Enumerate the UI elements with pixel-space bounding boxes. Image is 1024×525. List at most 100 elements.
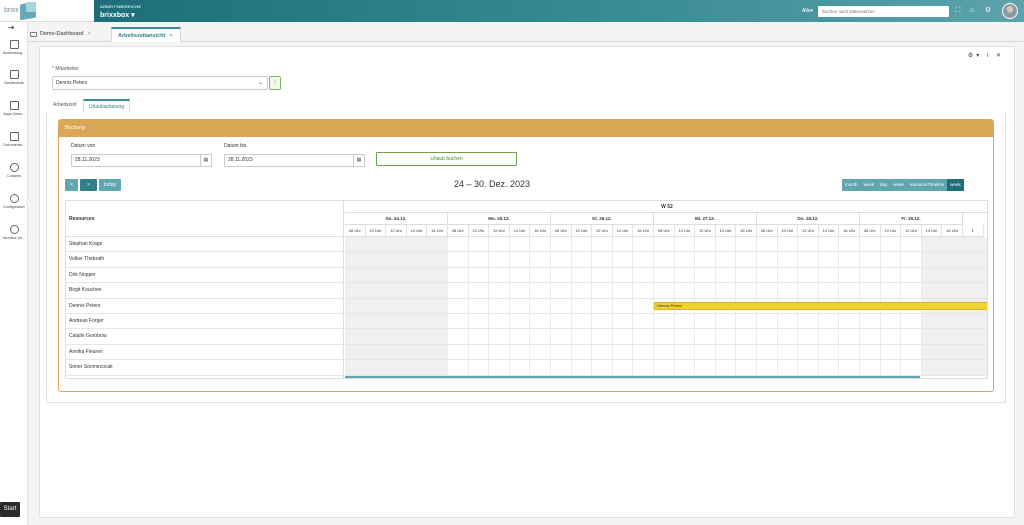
logo[interactable]: brixx	[0, 0, 94, 22]
search-scope-label: Alle	[802, 8, 811, 14]
datum-von-value: 28.11.2023	[75, 157, 100, 163]
time-slot-column[interactable]	[345, 237, 366, 376]
sidebar-item-label: brixxbox (Id...	[3, 236, 25, 240]
view-button-2[interactable]: day	[877, 179, 890, 191]
horizontal-scrollbar[interactable]	[345, 376, 920, 378]
logo-text: brixx	[4, 7, 19, 14]
time-slot-column[interactable]	[406, 237, 428, 376]
avatar[interactable]	[1002, 3, 1018, 19]
hour-header: 16 Uhr	[736, 225, 757, 237]
sidebar-item-dashboards[interactable]: Dashboards	[0, 68, 28, 96]
close-icon[interactable]: ×	[169, 33, 172, 39]
search-input[interactable]	[818, 6, 949, 17]
resource-row: Soner Sönmezocak	[66, 360, 344, 376]
sidebar-item-label: Dokumenta...	[3, 143, 25, 147]
view-button-1[interactable]: week	[861, 179, 878, 191]
time-slot-column[interactable]	[469, 237, 490, 376]
time-slot-column[interactable]	[427, 237, 448, 376]
hour-header: 16 Uhr	[839, 225, 860, 237]
hour-header: 12 Uhr	[489, 225, 510, 237]
tab-strip: Demo-Dashboard × Arbeitszeitansicht ×	[28, 22, 1024, 42]
time-slot-column[interactable]	[365, 237, 387, 376]
sidebar-item-brixxbox[interactable]: brixxbox (Id...	[0, 223, 28, 251]
area-label: ARBEITSBEREICHE	[100, 4, 142, 9]
hour-header: 10 Uhr	[880, 225, 902, 237]
tab-demo-dashboard[interactable]: Demo-Dashboard ×	[28, 27, 108, 42]
start-button[interactable]: Start	[0, 502, 20, 517]
brixxbox-icon	[9, 225, 19, 234]
prev-button[interactable]: <	[65, 179, 78, 191]
next-button[interactable]: >	[80, 179, 97, 191]
sidebar-item-cockpits[interactable]: Cockpits	[0, 161, 28, 189]
resource-row: Catalin Goroboiu	[66, 329, 344, 345]
vacation-event[interactable]: Dennis Peters	[654, 301, 987, 310]
view-switcher: month week day week resourceTimeline week	[842, 179, 964, 191]
hour-header: 12 Uhr	[695, 225, 716, 237]
day-header: Mi. 27.12.	[654, 213, 757, 225]
datum-bis-label: Datum bis	[224, 143, 247, 149]
settings-icon[interactable]: ⚙	[984, 7, 992, 15]
main-panel: ⚙▾ i ✕ * Mitarbeiter Dennis Peters ⌄ ⋮ Ar…	[39, 46, 1015, 518]
hour-header: 10 Uhr	[674, 225, 696, 237]
time-slot-column[interactable]	[510, 237, 531, 376]
search-scope-selector[interactable]: Alle▾	[802, 8, 813, 14]
fullscreen-icon[interactable]: ⛶	[954, 7, 962, 15]
view-button-4[interactable]: resourceTimeline	[907, 179, 947, 191]
sidebar-item-konfiguration[interactable]: Konfiguration	[0, 192, 28, 220]
time-slot-column[interactable]	[572, 237, 593, 376]
hour-header: 12 Uhr	[798, 225, 819, 237]
header-bar: ARBEITSBEREICHE brixxbox ▾ Alle▾ ⛶ ⌂ ⚙	[94, 0, 1024, 22]
view-button-3[interactable]: week	[890, 179, 907, 191]
time-slot-column[interactable]	[489, 237, 510, 376]
urlaub-buchen-button[interactable]: Urlaub buchen	[376, 152, 517, 166]
home-icon[interactable]: ⌂	[968, 7, 976, 15]
sidebar-item-apps[interactable]: Apps (Admi...	[0, 99, 28, 127]
required-marker: *	[52, 66, 54, 72]
close-icon[interactable]: ×	[87, 31, 90, 37]
time-slot-column[interactable]	[386, 237, 407, 376]
sidebar: ➔ Anwendung... Dashboards Apps (Admi... …	[0, 22, 28, 525]
dashboard-icon	[9, 70, 19, 79]
resource-row: Dirk Nopper	[66, 268, 344, 284]
view-button-0[interactable]: month	[842, 179, 861, 191]
time-slot-column[interactable]	[448, 237, 469, 376]
mitarbeiter-options-button[interactable]: ⋮	[269, 76, 281, 90]
sidebar-item-anwendung[interactable]: Anwendung...	[0, 38, 28, 66]
info-icon[interactable]: i	[987, 53, 991, 59]
time-slot-column[interactable]	[613, 237, 634, 376]
sidebar-toggle-arrow-icon[interactable]: ➔	[8, 23, 15, 32]
tab-arbeitszeitansicht[interactable]: Arbeitszeitansicht ×	[111, 27, 181, 42]
top-bar: brixx ARBEITSBEREICHE brixxbox ▾ Alle▾ ⛶…	[0, 0, 1024, 22]
time-slot-column[interactable]	[592, 237, 613, 376]
hour-header: 14 Uhr	[612, 225, 634, 237]
app-icon	[9, 40, 19, 49]
gear-icon[interactable]: ⚙▾	[968, 53, 982, 59]
mitarbeiter-label: * Mitarbeiter	[52, 66, 79, 72]
time-slot-column[interactable]	[633, 237, 654, 376]
calendar-icon[interactable]: ▦	[353, 155, 364, 166]
workspace-selector[interactable]: brixxbox ▾	[100, 11, 135, 19]
mitarbeiter-label-text: Mitarbeiter	[55, 66, 79, 72]
time-slot-column[interactable]	[551, 237, 572, 376]
today-button[interactable]: today	[99, 179, 121, 191]
panel-toolbar: ⚙▾ i ✕	[968, 52, 1004, 59]
sidebar-item-dokumentation[interactable]: Dokumenta...	[0, 130, 28, 158]
datum-von-input[interactable]: 28.11.2023 ▦	[71, 154, 212, 167]
close-icon[interactable]: ✕	[996, 53, 1004, 59]
hour-header: 12 Uhr	[901, 225, 922, 237]
sidebar-item-label: Anwendung...	[3, 51, 25, 55]
time-slot-column[interactable]	[530, 237, 551, 376]
resource-row: Annika Fleuren	[66, 345, 344, 361]
mitarbeiter-select[interactable]: Dennis Peters ⌄	[52, 76, 268, 90]
datum-von-label: Datum von	[71, 143, 96, 149]
calendar-icon[interactable]: ▦	[200, 155, 211, 166]
mitarbeiter-value: Dennis Peters	[56, 80, 88, 86]
sidebar-item-label: Konfiguration	[3, 205, 25, 209]
hour-header: 10 Uhr	[468, 225, 490, 237]
datum-bis-input[interactable]: 28.11.2023 ▦	[224, 154, 365, 167]
day-header: So. 24.12.	[345, 213, 448, 225]
config-icon	[9, 194, 19, 203]
row-divider	[345, 282, 987, 284]
hour-header: 08 Uhr	[551, 225, 572, 237]
view-button-5[interactable]: week	[947, 179, 964, 191]
